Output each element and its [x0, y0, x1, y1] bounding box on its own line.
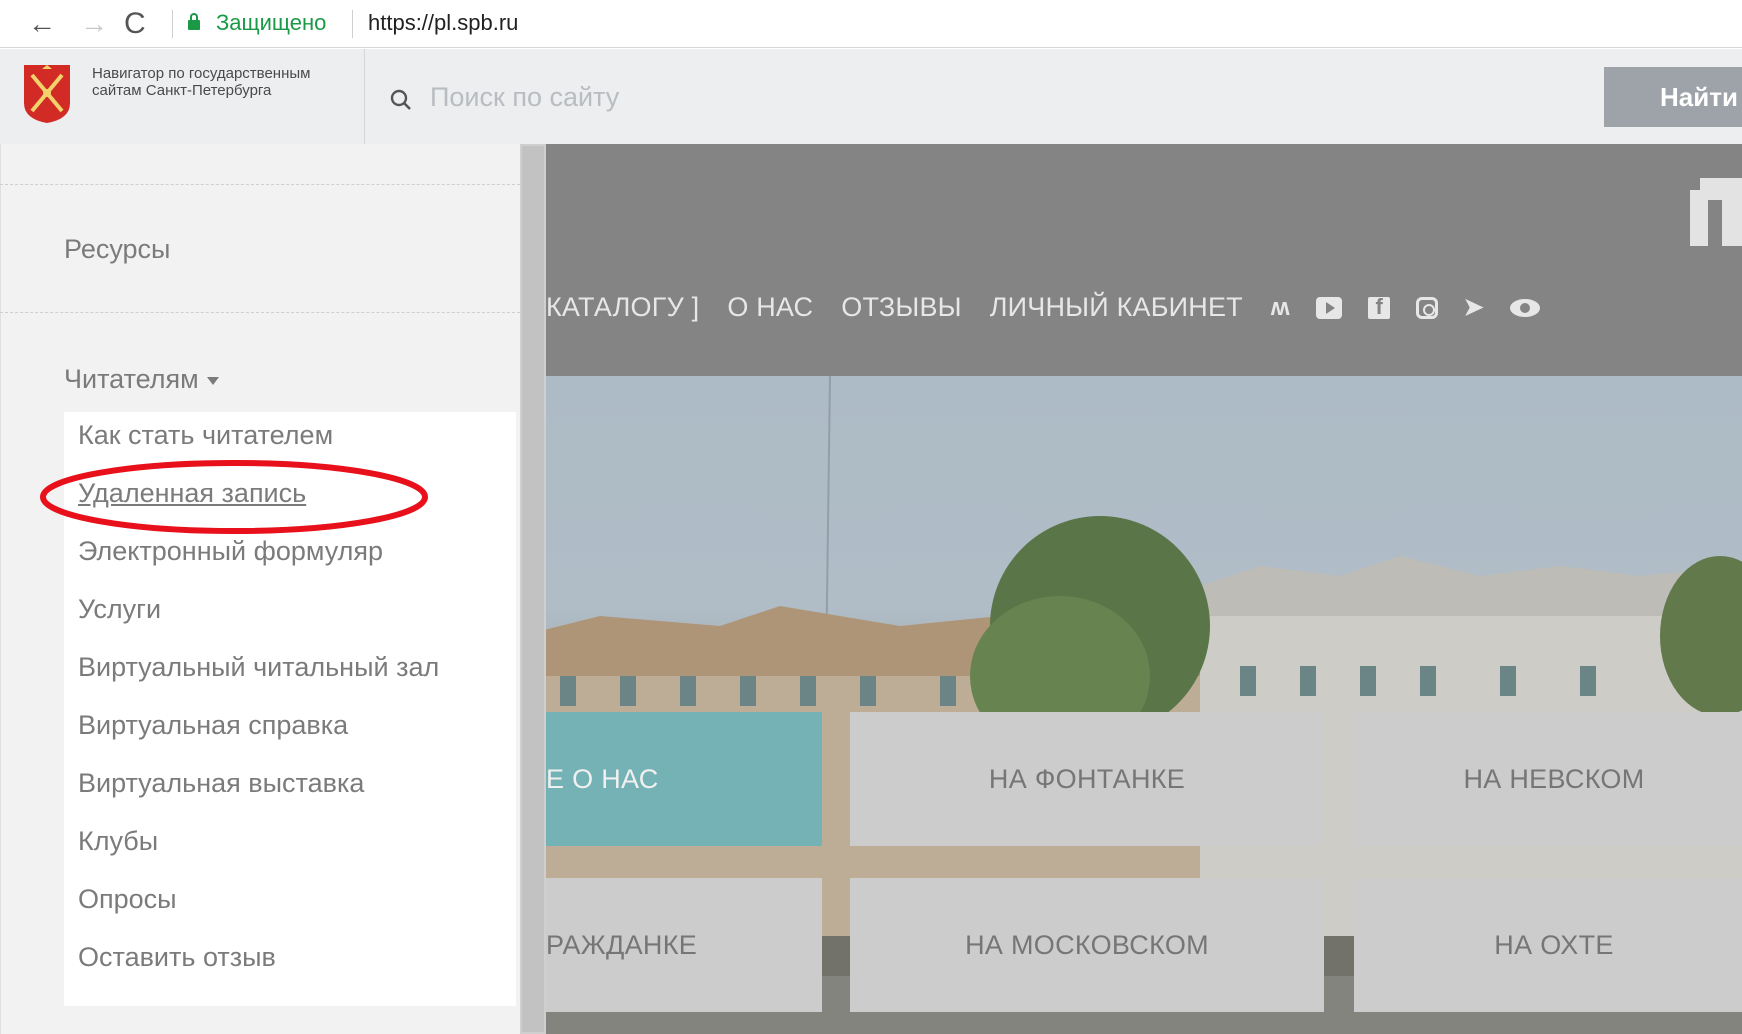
reload-icon[interactable]: C: [124, 6, 146, 42]
gov-navigator-title[interactable]: Навигатор по государственным сайтам Санк…: [92, 65, 352, 99]
sidebar-item-readers[interactable]: Читателям: [64, 364, 219, 395]
sidebar-separator: [0, 184, 520, 185]
spb-coat-of-arms-icon[interactable]: [22, 63, 72, 125]
back-arrow-icon[interactable]: ←: [28, 6, 56, 42]
submenu-item[interactable]: Виртуальный читальный зал: [78, 652, 439, 683]
submenu-item[interactable]: Оставить отзыв: [78, 942, 276, 973]
site-search-input[interactable]: [430, 75, 1580, 119]
find-button[interactable]: Найти: [1604, 67, 1742, 127]
submenu-item[interactable]: Электронный формуляр: [78, 536, 383, 567]
submenu-item[interactable]: Как стать читателем: [78, 420, 333, 451]
gov-navigator-header: Навигатор по государственным сайтам Санк…: [0, 49, 1742, 144]
navigation-sidebar: Ресурсы Читателям Как стать читателем Уд…: [0, 144, 546, 1034]
submenu-item[interactable]: Виртуальная выставка: [78, 768, 364, 799]
sidebar-edge: [0, 144, 1, 1034]
sidebar-item-resources[interactable]: Ресурсы: [64, 234, 170, 265]
header-divider: [364, 49, 365, 144]
secure-label[interactable]: Защищено: [216, 10, 326, 36]
submenu-item[interactable]: Виртуальная справка: [78, 710, 348, 741]
search-icon: [390, 89, 411, 110]
submenu-item[interactable]: Клубы: [78, 826, 158, 857]
address-divider: [352, 10, 353, 38]
address-url[interactable]: https://pl.spb.ru: [368, 10, 518, 36]
submenu-item[interactable]: Опросы: [78, 884, 177, 915]
forward-arrow-icon[interactable]: →: [80, 6, 108, 42]
lock-icon[interactable]: [188, 13, 200, 30]
sidebar-scrollbar-thumb[interactable]: [522, 146, 544, 1032]
submenu-item[interactable]: Услуги: [78, 594, 161, 625]
sidebar-separator: [0, 312, 520, 313]
address-divider: [172, 10, 173, 38]
highlight-ellipse-annotation: [40, 460, 428, 534]
browser-toolbar: ← → C Защищено https://pl.spb.ru: [0, 0, 1742, 48]
caret-down-icon: [206, 376, 219, 385]
sidebar-item-label: Читателям: [64, 364, 199, 394]
